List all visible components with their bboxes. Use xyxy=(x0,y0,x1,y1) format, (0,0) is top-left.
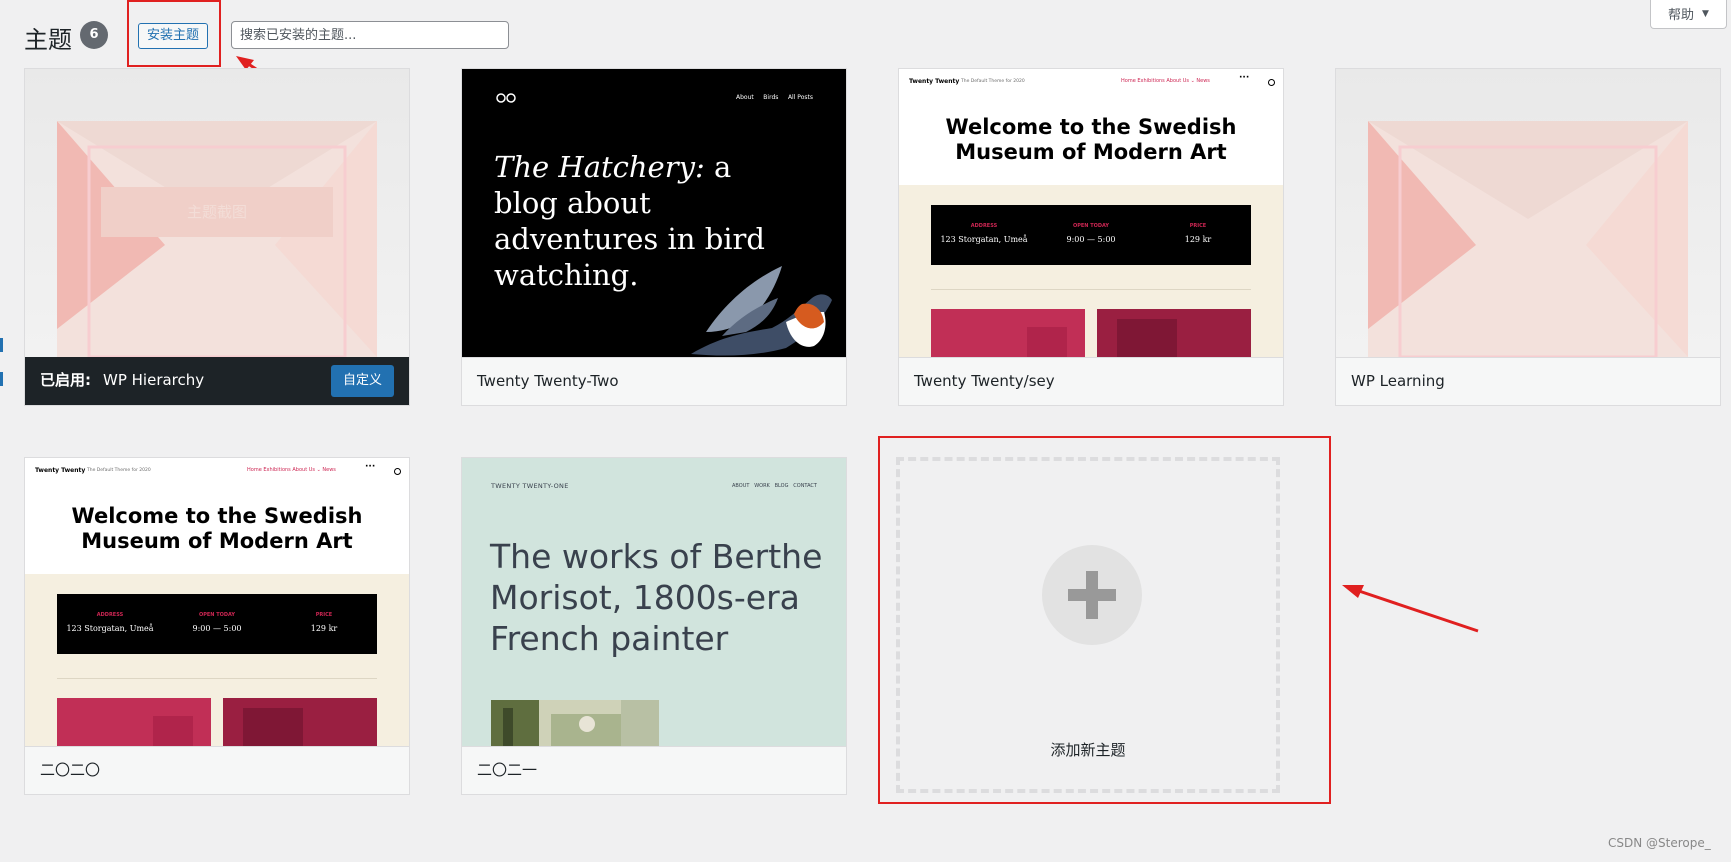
preview-nav: ABOUT WORK BLOG CONTACT xyxy=(732,483,817,489)
theme-screenshot: 主题截图 xyxy=(25,69,409,357)
customize-button[interactable]: 自定义 xyxy=(330,365,394,397)
theme-card-twenty-twenty-sey[interactable]: Twenty Twenty The Default Theme for 2020… xyxy=(898,68,1284,406)
annotation-highlight-box xyxy=(127,0,221,67)
add-new-theme-card[interactable]: 添加新主题 xyxy=(896,457,1280,793)
annotation-arrow xyxy=(1342,585,1479,633)
info-value: 9:00 — 5:00 xyxy=(1066,235,1116,244)
info-label: OPEN TODAY xyxy=(198,612,236,618)
theme-screenshot xyxy=(1336,69,1720,357)
preview-nav-link: About xyxy=(736,94,754,101)
preview-image-block xyxy=(931,309,1085,357)
preview-info-box: ADDRESS 123 Storgatan, Umeå OPEN TODAY 9:0… xyxy=(931,205,1251,265)
preview-site-tagline: The Default Theme for 2020 xyxy=(87,468,151,473)
info-value: 9:00 — 5:00 xyxy=(192,624,242,633)
preview-nav-link: Birds xyxy=(763,94,779,101)
dropdown-arrow-icon: ▼ xyxy=(1702,8,1709,19)
preview-image-block xyxy=(1097,309,1251,357)
theme-card-twenty-twenty-one[interactable]: TWENTY TWENTY-ONE ABOUT WORK BLOG CONTAC… xyxy=(461,457,847,795)
theme-card-wp-learning[interactable]: WP Learning xyxy=(1335,68,1721,406)
left-edge-marker xyxy=(0,372,3,386)
theme-name: Twenty Twenty-Two xyxy=(462,357,846,405)
help-button[interactable]: 帮助 ▼ xyxy=(1650,0,1727,29)
preview-divider xyxy=(57,678,377,679)
theme-name: 二〇二一 xyxy=(462,746,846,794)
active-label: 已启用: xyxy=(40,371,91,389)
preview-nav: Home Exhibitions About Us ⌄ News xyxy=(1121,78,1210,84)
info-value: 129 kr xyxy=(310,624,338,633)
preview-nav-link: CONTACT xyxy=(793,483,817,489)
menu-dots-icon: ··· xyxy=(1239,73,1250,83)
theme-name: 二〇二〇 xyxy=(25,746,409,794)
preview-nav-link: WORK xyxy=(754,483,770,489)
preview-divider xyxy=(931,289,1251,290)
info-label: ADDRESS xyxy=(96,612,124,618)
menu-dots-icon: ··· xyxy=(365,462,376,472)
preview-painting-image xyxy=(491,700,659,746)
placeholder-caption: 主题截图 xyxy=(186,203,247,221)
preview-headline: The works of Berthe Morisot, 1800s-era F… xyxy=(490,537,823,658)
theme-screenshot: Twenty Twenty The Default Theme for 2020… xyxy=(25,458,409,746)
theme-count-badge: 6 xyxy=(80,21,108,49)
theme-card-twenty-twenty-two[interactable]: About Birds All Posts The Hatchery: a bl… xyxy=(461,68,847,406)
theme-name: Twenty Twenty/sey xyxy=(899,357,1283,405)
preview-site-brand: Twenty Twenty xyxy=(909,78,960,85)
help-label: 帮助 xyxy=(1668,8,1695,23)
preview-site-tagline: The Default Theme for 2020 xyxy=(961,79,1025,84)
binoculars-logo-icon xyxy=(496,93,516,103)
info-value: 123 Storgatan, Umeå xyxy=(940,235,1028,244)
preview-nav-link: All Posts xyxy=(787,94,813,101)
theme-name-bar: 已启用: WP Hierarchy 自定义 xyxy=(25,357,409,405)
preview-headline: Welcome to the Swedish Museum of Modern … xyxy=(945,115,1237,164)
theme-card-twenty-twenty[interactable]: Twenty Twenty The Default Theme for 2020… xyxy=(24,457,410,795)
info-label: OPEN TODAY xyxy=(1072,223,1110,229)
plus-icon xyxy=(1042,545,1142,645)
search-installed-themes-input[interactable] xyxy=(231,21,509,49)
info-value: 123 Storgatan, Umeå xyxy=(66,624,154,633)
watermark: CSDN @Sterope_ xyxy=(1608,836,1711,850)
theme-screenshot: TWENTY TWENTY-ONE ABOUT WORK BLOG CONTAC… xyxy=(462,458,846,746)
preview-image-block xyxy=(223,698,377,746)
search-icon xyxy=(394,468,401,475)
info-value: 129 kr xyxy=(1184,235,1212,244)
theme-screenshot: About Birds All Posts The Hatchery: a bl… xyxy=(462,69,846,357)
left-edge-marker xyxy=(0,338,3,352)
swallow-bird-illustration xyxy=(691,266,832,356)
preview-nav-link: ABOUT xyxy=(732,483,750,489)
info-label: ADDRESS xyxy=(970,223,998,229)
info-label: PRICE xyxy=(315,612,333,618)
preview-image-block xyxy=(57,698,211,746)
preview-info-box: ADDRESS 123 Storgatan, Umeå OPEN TODAY 9:0… xyxy=(57,594,377,654)
theme-name: WP Learning xyxy=(1336,357,1720,405)
preview-nav-link: BLOG xyxy=(774,483,789,489)
preview-site-brand: Twenty Twenty xyxy=(35,467,86,474)
preview-nav: About Birds All Posts xyxy=(736,94,813,101)
preview-site-title: TWENTY TWENTY-ONE xyxy=(491,482,569,490)
placeholder-envelope-image xyxy=(1368,121,1688,357)
page-title: 主题 xyxy=(24,26,72,54)
add-new-theme-label: 添加新主题 xyxy=(1050,741,1126,759)
info-label: PRICE xyxy=(1189,223,1207,229)
theme-card-wp-hierarchy[interactable]: 主题截图 已启用: WP Hierarchy 自定义 xyxy=(24,68,410,406)
preview-headline: Welcome to the Swedish Museum of Modern … xyxy=(71,504,363,553)
preview-nav: Home Exhibitions About Us ⌄ News xyxy=(247,467,336,473)
theme-screenshot: Twenty Twenty The Default Theme for 2020… xyxy=(899,69,1283,357)
search-icon xyxy=(1268,79,1275,86)
theme-name: WP Hierarchy xyxy=(103,371,205,389)
